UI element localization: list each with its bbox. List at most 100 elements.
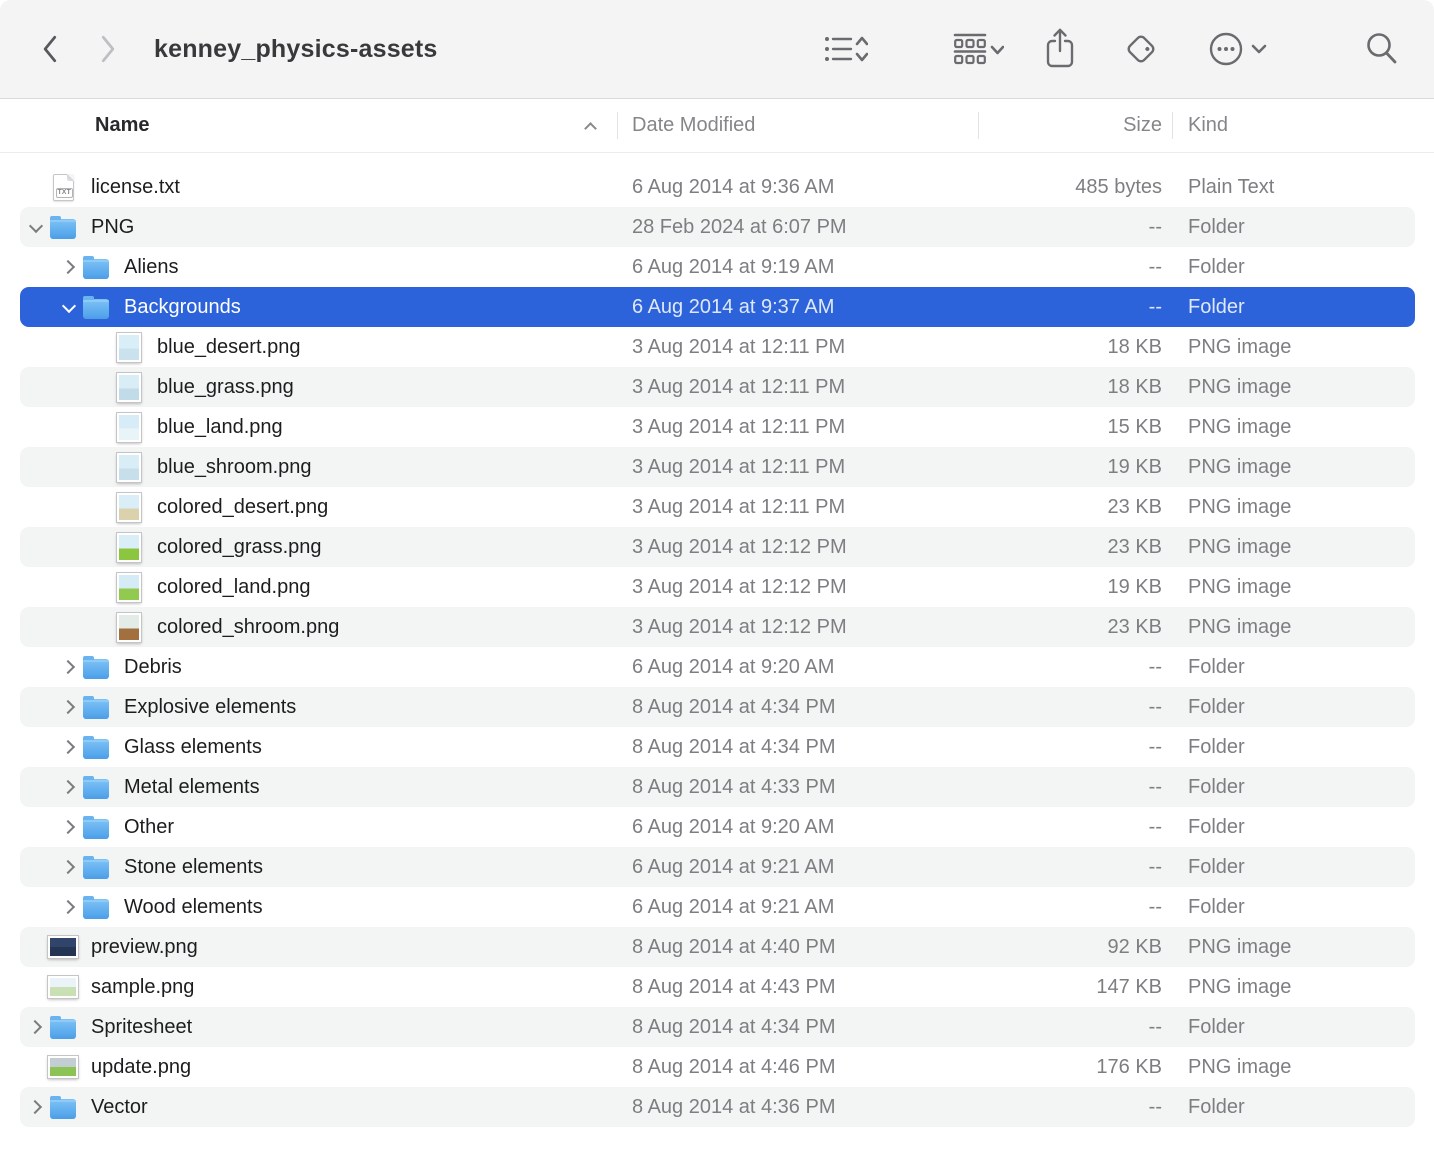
table-row[interactable]: Aliens 6 Aug 2014 at 9:19 AM -- Folder: [20, 247, 1415, 287]
table-row[interactable]: colored_grass.png 3 Aug 2014 at 12:12 PM…: [20, 527, 1415, 567]
disclosure-chevron[interactable]: [59, 857, 79, 877]
table-row[interactable]: Metal elements 8 Aug 2014 at 4:33 PM -- …: [20, 767, 1415, 807]
table-row[interactable]: blue_desert.png 3 Aug 2014 at 12:11 PM 1…: [20, 327, 1415, 367]
search-button[interactable]: [1364, 30, 1400, 68]
tag-button[interactable]: [1121, 29, 1161, 69]
file-date-modified: 6 Aug 2014 at 9:37 AM: [617, 296, 978, 319]
table-row[interactable]: Vector 8 Aug 2014 at 4:36 PM -- Folder: [20, 1087, 1415, 1127]
file-kind: PNG image: [1172, 376, 1415, 399]
disclosure-chevron[interactable]: [26, 1097, 46, 1117]
column-header-kind[interactable]: Kind: [1172, 99, 1434, 152]
image-thumbnail: [48, 1056, 78, 1078]
table-row[interactable]: Debris 6 Aug 2014 at 9:20 AM -- Folder: [20, 647, 1415, 687]
file-name: Metal elements: [124, 776, 260, 799]
table-row[interactable]: Wood elements 6 Aug 2014 at 9:21 AM -- F…: [20, 887, 1415, 927]
table-row[interactable]: blue_grass.png 3 Aug 2014 at 12:11 PM 18…: [20, 367, 1415, 407]
file-size: --: [978, 856, 1172, 879]
file-name-cell: colored_grass.png: [20, 531, 617, 563]
disclosure-chevron[interactable]: [59, 817, 79, 837]
image-thumbnail-icon: [114, 411, 144, 443]
file-size: --: [978, 256, 1172, 279]
folder-icon: [81, 811, 111, 843]
file-name-cell: Aliens: [20, 251, 617, 283]
forward-button[interactable]: [94, 33, 120, 65]
disclosure-chevron[interactable]: [59, 697, 79, 717]
file-kind: Folder: [1172, 256, 1415, 279]
table-row[interactable]: blue_shroom.png 3 Aug 2014 at 12:11 PM 1…: [20, 447, 1415, 487]
table-row[interactable]: Spritesheet 8 Aug 2014 at 4:34 PM -- Fol…: [20, 1007, 1415, 1047]
file-size: 23 KB: [978, 536, 1172, 559]
more-options-button[interactable]: [1208, 29, 1270, 69]
disclosure-chevron[interactable]: [59, 297, 79, 317]
image-thumbnail: [48, 976, 78, 998]
file-name: blue_desert.png: [157, 336, 300, 359]
table-row[interactable]: sample.png 8 Aug 2014 at 4:43 PM 147 KB …: [20, 967, 1415, 1007]
file-name: colored_land.png: [157, 576, 310, 599]
file-kind: PNG image: [1172, 616, 1415, 639]
folder-glyph: [83, 659, 109, 679]
table-row[interactable]: Stone elements 6 Aug 2014 at 9:21 AM -- …: [20, 847, 1415, 887]
file-date-modified: 3 Aug 2014 at 12:11 PM: [617, 456, 978, 479]
file-date-modified: 3 Aug 2014 at 12:11 PM: [617, 376, 978, 399]
table-row[interactable]: Other 6 Aug 2014 at 9:20 AM -- Folder: [20, 807, 1415, 847]
group-by-button[interactable]: [952, 32, 1004, 66]
image-thumbnail-icon: [114, 491, 144, 523]
file-date-modified: 8 Aug 2014 at 4:36 PM: [617, 1096, 978, 1119]
table-row[interactable]: Explosive elements 8 Aug 2014 at 4:34 PM…: [20, 687, 1415, 727]
disclosure-chevron[interactable]: [59, 737, 79, 757]
table-row[interactable]: PNG 28 Feb 2024 at 6:07 PM -- Folder: [20, 207, 1415, 247]
file-name-cell: blue_land.png: [20, 411, 617, 443]
file-name: PNG: [91, 216, 134, 239]
table-row[interactable]: Glass elements 8 Aug 2014 at 4:34 PM -- …: [20, 727, 1415, 767]
image-thumbnail-icon: [114, 371, 144, 403]
file-name: colored_shroom.png: [157, 616, 339, 639]
disclosure-chevron: [92, 537, 112, 557]
disclosure-chevron[interactable]: [59, 897, 79, 917]
disclosure-chevron[interactable]: [26, 1017, 46, 1037]
back-button[interactable]: [38, 33, 64, 65]
disclosure-chevron[interactable]: [26, 217, 46, 237]
file-date-modified: 3 Aug 2014 at 12:12 PM: [617, 616, 978, 639]
folder-glyph: [83, 899, 109, 919]
file-name-cell: TXT license.txt: [20, 171, 617, 203]
folder-glyph: [83, 819, 109, 839]
table-row[interactable]: blue_land.png 3 Aug 2014 at 12:11 PM 15 …: [20, 407, 1415, 447]
folder-icon: [81, 891, 111, 923]
column-header-size[interactable]: Size: [978, 99, 1172, 152]
column-header-date-modified[interactable]: Date Modified: [617, 99, 978, 152]
back-chevron-icon: [38, 33, 64, 65]
image-thumbnail: [117, 493, 141, 522]
file-size: 18 KB: [978, 376, 1172, 399]
file-name-cell: sample.png: [20, 971, 617, 1003]
file-name-cell: colored_shroom.png: [20, 611, 617, 643]
file-date-modified: 6 Aug 2014 at 9:21 AM: [617, 856, 978, 879]
file-name: license.txt: [91, 176, 180, 199]
table-row[interactable]: colored_shroom.png 3 Aug 2014 at 12:12 P…: [20, 607, 1415, 647]
table-row[interactable]: Backgrounds 6 Aug 2014 at 9:37 AM -- Fol…: [20, 287, 1415, 327]
file-kind: PNG image: [1172, 1056, 1415, 1079]
table-row[interactable]: colored_land.png 3 Aug 2014 at 12:12 PM …: [20, 567, 1415, 607]
share-button[interactable]: [1044, 27, 1076, 71]
file-size: --: [978, 296, 1172, 319]
disclosure-chevron: [92, 497, 112, 517]
table-row[interactable]: colored_desert.png 3 Aug 2014 at 12:11 P…: [20, 487, 1415, 527]
file-size: --: [978, 656, 1172, 679]
file-name-cell: blue_shroom.png: [20, 451, 617, 483]
view-mode-button[interactable]: [824, 32, 868, 66]
disclosure-chevron[interactable]: [59, 657, 79, 677]
table-row[interactable]: TXT license.txt 6 Aug 2014 at 9:36 AM 48…: [20, 167, 1415, 207]
file-size: 176 KB: [978, 1056, 1172, 1079]
file-name: Debris: [124, 656, 182, 679]
table-row[interactable]: preview.png 8 Aug 2014 at 4:40 PM 92 KB …: [20, 927, 1415, 967]
file-size: --: [978, 816, 1172, 839]
column-header-name[interactable]: Name: [0, 99, 617, 152]
table-row[interactable]: update.png 8 Aug 2014 at 4:46 PM 176 KB …: [20, 1047, 1415, 1087]
txt-badge: TXT: [56, 188, 73, 198]
file-kind: Folder: [1172, 296, 1415, 319]
file-name: Explosive elements: [124, 696, 296, 719]
disclosure-chevron[interactable]: [59, 777, 79, 797]
file-size: 92 KB: [978, 936, 1172, 959]
disclosure-chevron[interactable]: [59, 257, 79, 277]
file-date-modified: 6 Aug 2014 at 9:21 AM: [617, 896, 978, 919]
file-name-cell: Other: [20, 811, 617, 843]
